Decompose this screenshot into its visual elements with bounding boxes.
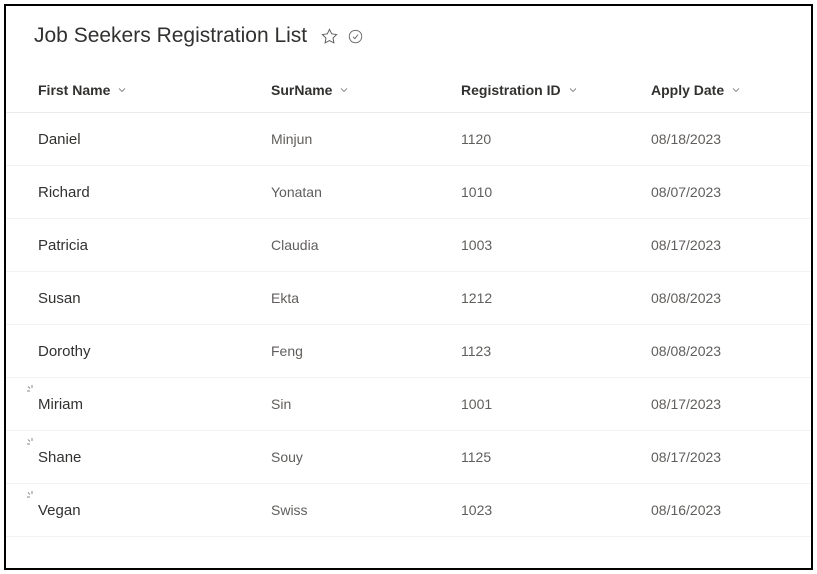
cell-registration-id: 1212 — [461, 290, 651, 306]
cell-first-name: Daniel — [6, 131, 271, 148]
cell-first-name: Dorothy — [6, 343, 271, 360]
new-item-indicator-icon — [26, 437, 38, 452]
cell-surname: Minjun — [271, 131, 461, 147]
cell-apply-date: 08/18/2023 — [651, 131, 811, 147]
table-row[interactable]: DorothyFeng112308/08/2023 — [6, 325, 811, 378]
column-header-first-name[interactable]: First Name — [6, 82, 271, 98]
cell-first-name: Shane — [6, 449, 271, 466]
cell-registration-id: 1123 — [461, 343, 651, 359]
list-view: Job Seekers Registration List First Name… — [4, 4, 813, 570]
column-header-apply-date[interactable]: Apply Date — [651, 82, 811, 98]
table-row[interactable]: SusanEkta121208/08/2023 — [6, 272, 811, 325]
table-row[interactable]: MiriamSin100108/17/2023 — [6, 378, 811, 431]
cell-registration-id: 1120 — [461, 131, 651, 147]
new-item-indicator-icon — [26, 384, 38, 399]
cell-surname: Feng — [271, 343, 461, 359]
chevron-down-icon — [338, 84, 350, 96]
table-row[interactable]: RichardYonatan101008/07/2023 — [6, 166, 811, 219]
cell-first-name: Richard — [6, 184, 271, 201]
cell-apply-date: 08/17/2023 — [651, 237, 811, 253]
column-header-registration-id[interactable]: Registration ID — [461, 82, 651, 98]
favorite-star-icon[interactable] — [321, 28, 338, 45]
cell-surname: Yonatan — [271, 184, 461, 200]
column-header-surname[interactable]: SurName — [271, 82, 461, 98]
cell-surname: Sin — [271, 396, 461, 412]
cell-surname: Souy — [271, 449, 461, 465]
chevron-down-icon — [730, 84, 742, 96]
cell-apply-date: 08/16/2023 — [651, 502, 811, 518]
cell-surname: Ekta — [271, 290, 461, 306]
title-actions — [321, 28, 363, 45]
cell-first-name: Patricia — [6, 237, 271, 254]
column-label: Apply Date — [651, 82, 724, 98]
cell-surname: Swiss — [271, 502, 461, 518]
cell-first-name: Vegan — [6, 502, 271, 519]
table-header-row: First Name SurName Registration ID Apply… — [6, 62, 811, 113]
chevron-down-icon — [116, 84, 128, 96]
approve-check-icon[interactable] — [348, 29, 363, 44]
new-item-indicator-icon — [26, 490, 38, 505]
registration-table: First Name SurName Registration ID Apply… — [6, 62, 811, 537]
cell-registration-id: 1003 — [461, 237, 651, 253]
table-row[interactable]: PatriciaClaudia100308/17/2023 — [6, 219, 811, 272]
cell-apply-date: 08/17/2023 — [651, 396, 811, 412]
chevron-down-icon — [567, 84, 579, 96]
table-row[interactable]: DanielMinjun112008/18/2023 — [6, 113, 811, 166]
table-body: DanielMinjun112008/18/2023RichardYonatan… — [6, 113, 811, 537]
title-bar: Job Seekers Registration List — [6, 6, 811, 62]
column-label: SurName — [271, 82, 332, 98]
table-row[interactable]: VeganSwiss102308/16/2023 — [6, 484, 811, 537]
cell-apply-date: 08/17/2023 — [651, 449, 811, 465]
cell-apply-date: 08/08/2023 — [651, 290, 811, 306]
cell-registration-id: 1001 — [461, 396, 651, 412]
page-title: Job Seekers Registration List — [34, 24, 307, 48]
cell-apply-date: 08/07/2023 — [651, 184, 811, 200]
cell-registration-id: 1125 — [461, 449, 651, 465]
table-row[interactable]: ShaneSouy112508/17/2023 — [6, 431, 811, 484]
cell-first-name: Susan — [6, 290, 271, 307]
column-label: Registration ID — [461, 82, 561, 98]
cell-first-name: Miriam — [6, 396, 271, 413]
cell-registration-id: 1023 — [461, 502, 651, 518]
cell-apply-date: 08/08/2023 — [651, 343, 811, 359]
cell-registration-id: 1010 — [461, 184, 651, 200]
column-label: First Name — [38, 82, 110, 98]
cell-surname: Claudia — [271, 237, 461, 253]
